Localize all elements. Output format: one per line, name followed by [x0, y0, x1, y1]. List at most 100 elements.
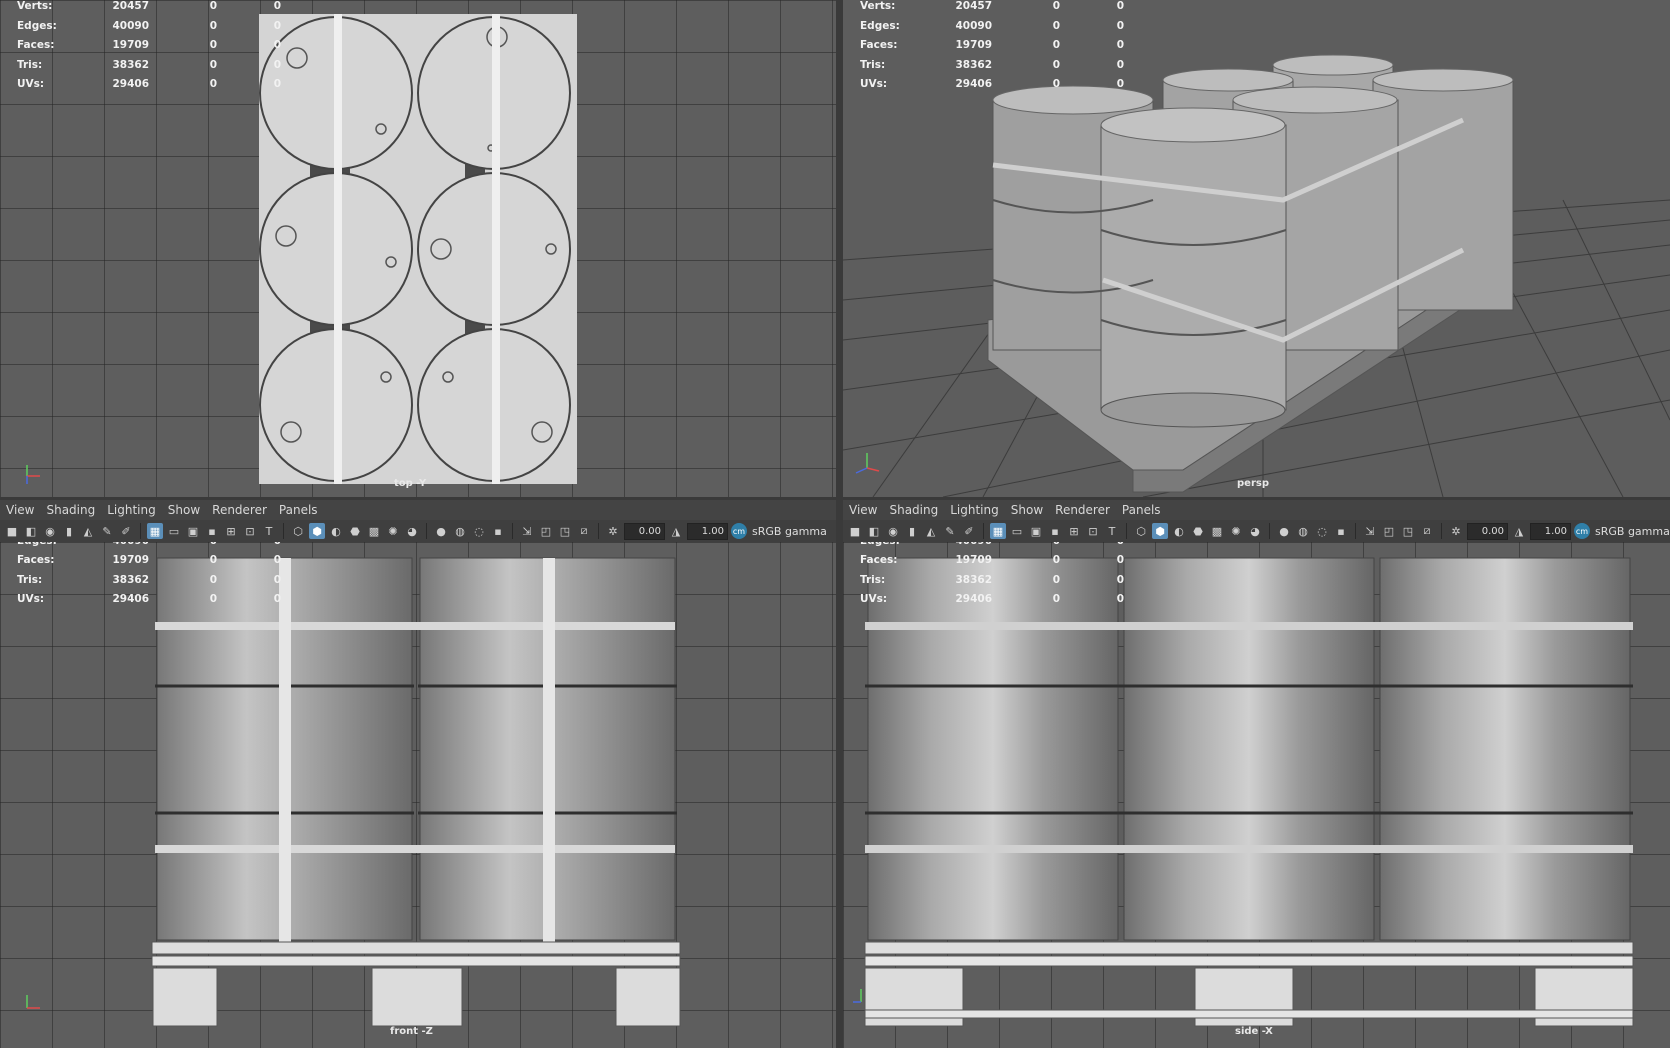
menu-panels[interactable]: Panels — [273, 503, 324, 517]
camera-attributes-icon[interactable]: ◧ — [23, 523, 39, 539]
shadows-icon[interactable]: ◕ — [1247, 523, 1263, 539]
isolate-icon[interactable]: ⇲ — [1362, 523, 1378, 539]
camera-lock-icon[interactable]: ◉ — [42, 523, 58, 539]
colorspace-label[interactable]: sRGB gamma — [1595, 525, 1670, 538]
film-gate-icon[interactable]: ▭ — [1009, 523, 1025, 539]
field-chart-icon[interactable]: ⊞ — [1066, 523, 1082, 539]
menu-lighting[interactable]: Lighting — [944, 503, 1005, 517]
anti-alias-icon[interactable]: ◌ — [471, 523, 487, 539]
ambient-occlusion-icon[interactable]: ● — [1276, 523, 1292, 539]
gate-mask-icon[interactable]: ▪ — [204, 523, 220, 539]
motion-blur-icon[interactable]: ◍ — [452, 523, 468, 539]
edges-label: Edges: — [0, 542, 101, 551]
ambient-occlusion-icon[interactable]: ● — [433, 523, 449, 539]
tris-hidden: 0 — [1116, 58, 1124, 71]
gate-mask-icon[interactable]: ▪ — [1047, 523, 1063, 539]
menu-view[interactable]: View — [843, 503, 883, 517]
strap-right — [492, 14, 500, 484]
exposure-field[interactable]: 0.00 — [1467, 522, 1508, 540]
camera-icon[interactable]: ■ — [4, 523, 20, 539]
strap-left — [334, 14, 342, 484]
smooth-shade-icon[interactable]: ⬢ — [1152, 523, 1168, 539]
xray-active-icon[interactable]: ⧄ — [576, 523, 592, 539]
colorspace-label[interactable]: sRGB gamma — [752, 525, 827, 538]
menu-renderer[interactable]: Renderer — [206, 503, 273, 517]
gamma-field[interactable]: 1.00 — [687, 522, 728, 540]
wireframe-icon[interactable]: ⬡ — [290, 523, 306, 539]
colorspace-icon[interactable]: cm — [1574, 523, 1590, 539]
viewport-persp[interactable]: Verts: 20457 0 0 Edges: 40090 0 0 Faces: 19709 0… — [843, 0, 1670, 497]
wireframe-on-shaded-icon[interactable]: ◐ — [328, 523, 344, 539]
pen-icon[interactable]: ✐ — [961, 523, 977, 539]
gamma-field[interactable]: 1.00 — [1530, 522, 1571, 540]
field-chart-icon[interactable]: ⊞ — [223, 523, 239, 539]
colorspace-icon[interactable]: cm — [731, 523, 747, 539]
menu-renderer[interactable]: Renderer — [1049, 503, 1116, 517]
depth-of-field-icon[interactable]: ▪ — [1333, 523, 1349, 539]
isolate-icon[interactable]: ⇲ — [519, 523, 535, 539]
textured-icon[interactable]: ⬣ — [1190, 523, 1206, 539]
tris-value: 38362 — [112, 573, 149, 586]
safe-title-icon[interactable]: T — [261, 523, 277, 539]
viewport-top[interactable]: Verts: 20457 0 0 Edges: 40090 0 0 Faces: 19709 0… — [0, 0, 836, 497]
lights-icon[interactable]: ✺ — [1228, 523, 1244, 539]
xray-icon[interactable]: ◰ — [1381, 523, 1397, 539]
wireframe-on-shaded-icon[interactable]: ◐ — [1171, 523, 1187, 539]
uvs-hidden: 0 — [273, 593, 281, 605]
menu-view[interactable]: View — [0, 503, 40, 517]
grid-icon[interactable]: ▦ — [147, 523, 163, 539]
verts-selected: 0 — [209, 0, 217, 12]
camera-icon[interactable]: ■ — [847, 523, 863, 539]
film-gate-icon[interactable]: ▭ — [166, 523, 182, 539]
safe-title-icon[interactable]: T — [1104, 523, 1120, 539]
motion-blur-icon[interactable]: ◍ — [1295, 523, 1311, 539]
menu-show[interactable]: Show — [162, 503, 206, 517]
bookmark-icon[interactable]: ▮ — [61, 523, 77, 539]
xray-joints-icon[interactable]: ◳ — [557, 523, 573, 539]
faces-label: Faces: — [17, 39, 55, 51]
wireframe-icon[interactable]: ⬡ — [1133, 523, 1149, 539]
edges-selected: 0 — [1052, 19, 1060, 32]
anti-alias-icon[interactable]: ◌ — [1314, 523, 1330, 539]
bookmark-icon[interactable]: ▮ — [904, 523, 920, 539]
textured-icon[interactable]: ⬣ — [347, 523, 363, 539]
resolution-gate-icon[interactable]: ▣ — [1028, 523, 1044, 539]
menu-shading[interactable]: Shading — [883, 503, 944, 517]
shadows-icon[interactable]: ◕ — [404, 523, 420, 539]
image-plane-icon[interactable]: ◭ — [80, 523, 96, 539]
uvs-selected: 0 — [1052, 593, 1060, 605]
xray-icon[interactable]: ◰ — [538, 523, 554, 539]
axis-gizmo-side — [851, 986, 873, 1008]
pen-icon[interactable]: ✐ — [118, 523, 134, 539]
checker-icon[interactable]: ▩ — [1209, 523, 1225, 539]
pallet-block-right — [615, 967, 681, 1027]
menu-shading[interactable]: Shading — [40, 503, 101, 517]
depth-of-field-icon[interactable]: ▪ — [490, 523, 506, 539]
menu-panels[interactable]: Panels — [1116, 503, 1167, 517]
safe-action-icon[interactable]: ⊡ — [1085, 523, 1101, 539]
image-plane-icon[interactable]: ◭ — [923, 523, 939, 539]
camera-lock-icon[interactable]: ◉ — [885, 523, 901, 539]
xray-joints-icon[interactable]: ◳ — [1400, 523, 1416, 539]
panel-divider-vertical[interactable] — [836, 0, 843, 1048]
grease-pencil-icon[interactable]: ✎ — [942, 523, 958, 539]
pallet-block-left — [152, 967, 218, 1027]
uvs-hidden: 0 — [1116, 593, 1124, 605]
viewport-side[interactable]: Verts:2045700 Edges:4009000 Faces:197090… — [843, 542, 1670, 1048]
menu-show[interactable]: Show — [1005, 503, 1049, 517]
camera-attributes-icon[interactable]: ◧ — [866, 523, 882, 539]
resolution-gate-icon[interactable]: ▣ — [185, 523, 201, 539]
xray-active-icon[interactable]: ⧄ — [1419, 523, 1435, 539]
viewport-front[interactable]: Verts:2045700 Edges:4009000 Faces:197090… — [0, 542, 836, 1048]
uvs-value: 29406 — [955, 78, 992, 90]
menu-lighting[interactable]: Lighting — [101, 503, 162, 517]
edges-selected: 0 — [992, 542, 1060, 551]
exposure-field[interactable]: 0.00 — [624, 522, 665, 540]
checker-icon[interactable]: ▩ — [366, 523, 382, 539]
grease-pencil-icon[interactable]: ✎ — [99, 523, 115, 539]
safe-action-icon[interactable]: ⊡ — [242, 523, 258, 539]
tris-hidden: 0 — [1116, 573, 1124, 586]
lights-icon[interactable]: ✺ — [385, 523, 401, 539]
smooth-shade-icon[interactable]: ⬢ — [309, 523, 325, 539]
grid-icon[interactable]: ▦ — [990, 523, 1006, 539]
